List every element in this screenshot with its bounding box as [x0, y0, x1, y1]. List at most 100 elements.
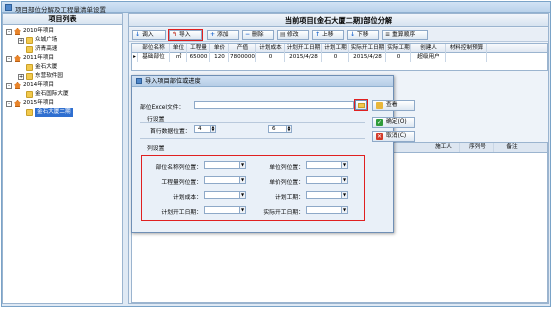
column-settings-group: 部位名称列位置： ▼ 单位列位置： ▼ 工程量列位置： ▼ 单价列位置： ▼ 计… [141, 155, 365, 221]
spin-arrows-icon[interactable]: ▲ ▼ [210, 125, 215, 132]
project-list-panel: 项目列表 - 2010年项目 + 众城广场 济青高速 - 2011年项目 金石大厦 + 东营软件园… [2, 13, 123, 304]
arrow-down-icon: ↓ [135, 31, 141, 38]
tree-item[interactable]: 金石国际大厦 [18, 90, 69, 99]
column-header[interactable]: 实际工期 [387, 44, 411, 53]
column-header[interactable]: 单位 [171, 44, 187, 53]
table-cell: 0 [257, 53, 285, 62]
delete-button[interactable]: − 删除 [242, 30, 274, 40]
divider [140, 122, 365, 123]
move-down-button[interactable]: ↓ 下移 [347, 30, 379, 40]
plan-cost-select[interactable]: ▼ [204, 191, 246, 199]
chevron-down-icon: ▼ [341, 207, 347, 213]
table-row[interactable]: 基础部位㎡ 65000 120 7800000 0 2015/4/28 0 2015/4/28… [132, 53, 547, 62]
tree-item[interactable]: - 2011年项目 [6, 54, 54, 63]
table-cell: 2015/4/28 [350, 53, 386, 62]
cancel-button[interactable]: ✕ 取消(C) [372, 131, 415, 142]
import-in-label: 调入 [142, 32, 154, 38]
first-row-value: 4 [198, 126, 202, 132]
column-header[interactable]: 工程量 [188, 44, 210, 53]
table-cell: 基础部位 [138, 53, 170, 62]
collapse-icon[interactable]: - [6, 28, 12, 35]
expand-icon[interactable]: + [18, 73, 24, 80]
tree-item-label: 济青高速 [35, 46, 58, 52]
dialog-icon [136, 78, 142, 84]
ok-button[interactable]: ✓ 确定(O) [372, 117, 415, 128]
name-col-select[interactable]: ▼ [204, 161, 246, 169]
app-icon [5, 4, 12, 11]
dialog-title-bar: 导入项目部位或进度 [132, 76, 393, 87]
plan-start-select[interactable]: ▼ [204, 206, 246, 214]
folder-icon [26, 64, 33, 71]
qty-col-label: 工程量列位置： [161, 180, 202, 186]
add-button[interactable]: + 添加 [207, 30, 239, 40]
house-icon [14, 28, 21, 35]
grid-header: 部位名称 单位 工程量 单价 产值 计划成本 计划开工日期 计划工期 实际开工日期 实际工期 创建人… [132, 44, 547, 53]
spin-arrows-icon[interactable]: ▲ ▼ [286, 125, 291, 132]
import-icon: ↰ [172, 31, 178, 38]
column-header[interactable]: 实际开工日期 [350, 44, 386, 53]
column-header[interactable]: 创建人 [412, 44, 446, 53]
column-header[interactable]: 计划开工日期 [286, 44, 322, 53]
folder-icon [26, 46, 33, 53]
project-list-header: 项目列表 [3, 14, 122, 25]
table-cell: 2015/4/28 [286, 53, 322, 62]
column-header[interactable]: 材料控制预算 [447, 44, 487, 53]
tree-item-label: 东营软件园 [35, 73, 63, 79]
folder-open-icon [357, 102, 365, 108]
collapse-icon[interactable]: - [6, 100, 12, 107]
house-icon [14, 100, 21, 107]
title-bar: 项目部位分解及工程量清单设置 [2, 2, 550, 14]
divider [140, 138, 365, 139]
second-stepper[interactable]: 6 ▲ ▼ [268, 125, 292, 133]
qty-col-select[interactable]: ▼ [204, 176, 246, 184]
arrow-down-icon: ↓ [350, 31, 356, 38]
column-header: 序列号 [462, 143, 494, 152]
column-settings-label: 列设置 [147, 146, 165, 152]
edit-button[interactable]: ▤ 修改 [277, 30, 309, 40]
actual-start-select[interactable]: ▼ [306, 206, 348, 214]
tree-item-label: 2015年项目 [23, 100, 55, 106]
view-button[interactable]: 查看 [372, 100, 415, 111]
tree-item[interactable]: 金石大厦 [18, 63, 57, 72]
close-icon: ✕ [376, 133, 383, 140]
chevron-down-icon: ▼ [239, 207, 245, 213]
column-header[interactable]: 部位名称 [138, 44, 170, 53]
table-cell: 0 [323, 53, 349, 62]
tree-item[interactable]: 金石大厦二期 [18, 108, 73, 117]
reorder-button[interactable]: ≡ 重算顺序 [382, 30, 428, 40]
column-header[interactable]: 单价 [211, 44, 229, 53]
collapse-icon[interactable]: - [6, 82, 12, 89]
column-header[interactable]: 计划成本 [257, 44, 285, 53]
first-row-stepper[interactable]: 4 ▲ ▼ [194, 125, 216, 133]
view-label: 查看 [386, 102, 398, 108]
view-icon [376, 102, 383, 109]
tree-item[interactable]: + 众城广场 [18, 36, 57, 45]
tree-item[interactable]: 济青高速 [18, 45, 57, 54]
plan-period-select[interactable]: ▼ [306, 191, 348, 199]
expand-icon[interactable]: + [18, 37, 24, 44]
plus-icon: + [210, 31, 216, 38]
row-selector-icon: ▸ [132, 53, 138, 62]
cancel-label: 取消(C) [386, 133, 407, 139]
excel-file-input[interactable] [194, 101, 354, 109]
price-col-select[interactable]: ▼ [306, 176, 348, 184]
chevron-down-icon: ▼ [239, 162, 245, 168]
unit-col-select[interactable]: ▼ [306, 161, 348, 169]
tree-item[interactable]: - 2010年项目 [6, 27, 54, 36]
toolbar: ↓ 调入 ↰ 导入 + 添加 − 删除 ▤ 修改 ↑ 上移 ↓ 下移 ≡ 重算顺 [129, 28, 548, 42]
import-in-button[interactable]: ↓ 调入 [132, 30, 166, 40]
tree-item[interactable]: - 2015年项目 [6, 99, 54, 108]
import-button[interactable]: ↰ 导入 [168, 29, 203, 41]
check-icon: ✓ [376, 119, 383, 126]
move-up-button[interactable]: ↑ 上移 [312, 30, 344, 40]
move-up-label: 上移 [322, 32, 334, 38]
tree-item[interactable]: - 2014年项目 [6, 81, 54, 90]
edit-icon: ▤ [280, 31, 286, 38]
collapse-icon[interactable]: - [6, 55, 12, 62]
column-header[interactable]: 计划工期 [323, 44, 349, 53]
folder-icon [26, 37, 33, 44]
column-header[interactable]: 产值 [230, 44, 256, 53]
tree-item[interactable]: + 东营软件园 [18, 72, 63, 81]
browse-button[interactable] [354, 99, 368, 111]
tree-item-label: 2010年项目 [23, 28, 55, 34]
